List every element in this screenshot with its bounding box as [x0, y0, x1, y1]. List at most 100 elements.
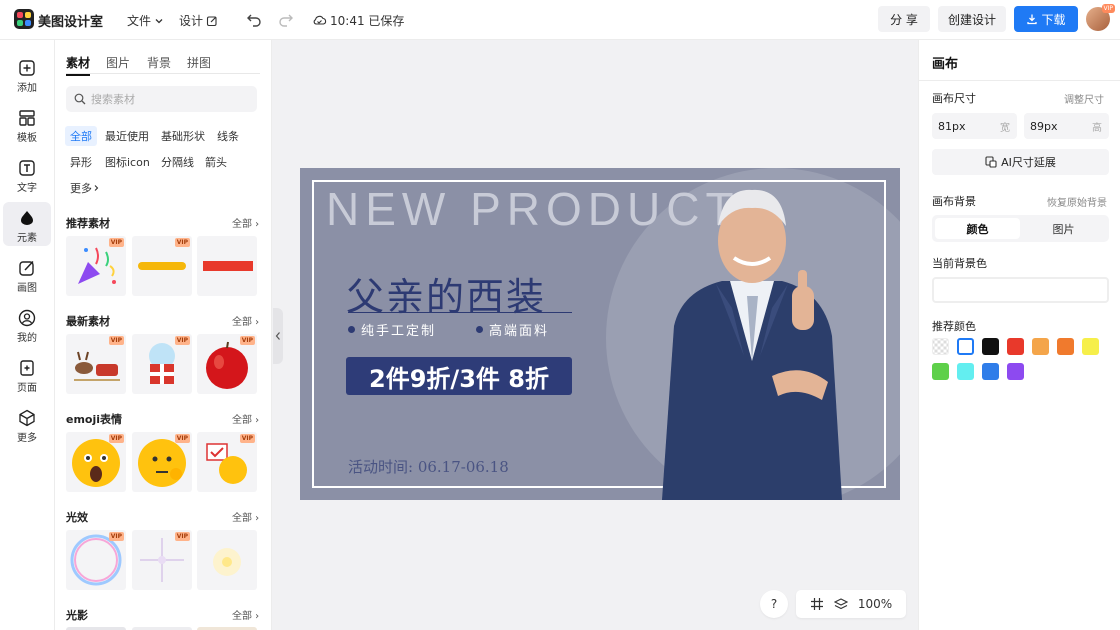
material-thumb[interactable]: VIP: [132, 530, 192, 590]
chip-dividers[interactable]: 分隔线: [156, 152, 199, 172]
material-panel: 素材 图片 背景 拼图 搜索素材 全部 最近使用 基础形状 线条 异形 图标ic…: [55, 40, 272, 630]
rail-item-draw[interactable]: 画图: [3, 252, 51, 296]
canvas-bullet-1[interactable]: 纯手工定制: [348, 320, 436, 339]
section-title-latest: 最新素材: [66, 315, 110, 328]
rail-label: 我的: [17, 333, 37, 344]
yellow-brush-stroke: [138, 262, 186, 270]
ai-resize-button[interactable]: AI尺寸延展: [932, 149, 1109, 175]
restore-bg-link[interactable]: 恢复原始背景: [1047, 194, 1107, 209]
file-menu[interactable]: 文件: [127, 12, 164, 29]
grid-icon[interactable]: [810, 597, 824, 611]
canvas-event-date[interactable]: 活动时间: 06.17-06.18: [348, 456, 509, 477]
color-swatch[interactable]: [1007, 338, 1024, 355]
color-swatch[interactable]: [957, 363, 974, 380]
avatar-vip-badge: VIP: [1101, 4, 1115, 13]
material-thumb[interactable]: VIP: [132, 236, 192, 296]
chip-lines[interactable]: 线条: [212, 126, 244, 146]
rail-item-more[interactable]: 更多: [3, 402, 51, 446]
color-swatch[interactable]: [932, 363, 949, 380]
rail-item-add[interactable]: 添加: [3, 52, 51, 96]
vip-badge: VIP: [239, 336, 255, 345]
color-swatch[interactable]: [982, 363, 999, 380]
height-field[interactable]: 89px 高: [1024, 113, 1109, 139]
chip-recent[interactable]: 最近使用: [100, 126, 154, 146]
view-all-label: 全部: [232, 415, 252, 426]
material-thumb[interactable]: [197, 530, 257, 590]
material-thumb[interactable]: VIP: [132, 334, 192, 394]
view-all-link[interactable]: 全部 ›: [232, 607, 259, 622]
avatar[interactable]: VIP: [1086, 4, 1115, 31]
divider: [919, 80, 1120, 81]
material-thumb[interactable]: VIP: [197, 334, 257, 394]
share-button[interactable]: 分 享: [878, 6, 930, 32]
material-thumb[interactable]: VIP: [132, 432, 192, 492]
search-input[interactable]: 搜索素材: [66, 86, 257, 112]
create-design-button[interactable]: 创建设计: [938, 6, 1006, 32]
vip-badge: VIP: [108, 336, 124, 345]
current-bg-color-field[interactable]: [932, 277, 1109, 303]
color-swatch[interactable]: [982, 338, 999, 355]
rail-item-page[interactable]: 页面: [3, 352, 51, 396]
title-underline[interactable]: [348, 312, 572, 313]
tab-material[interactable]: 素材: [66, 54, 91, 76]
width-value: 81px: [938, 119, 966, 133]
adjust-size-link[interactable]: 调整尺寸: [1064, 91, 1104, 106]
view-all-link[interactable]: 全部 ›: [232, 313, 259, 328]
chip-irregular[interactable]: 异形: [65, 152, 97, 172]
download-button[interactable]: 下载: [1014, 6, 1078, 32]
canvas-bg-label: 画布背景: [932, 195, 976, 208]
material-thumb[interactable]: VIP: [66, 334, 126, 394]
canvas-size-label: 画布尺寸: [932, 92, 976, 105]
rail-item-mine[interactable]: 我的: [3, 302, 51, 346]
seg-color[interactable]: 颜色: [935, 218, 1020, 239]
chip-icons[interactable]: 图标icon: [100, 152, 155, 172]
collapse-panel-handle[interactable]: [273, 308, 283, 364]
help-button[interactable]: ?: [760, 590, 788, 618]
panel-title: 画布: [932, 57, 959, 72]
app-logo[interactable]: [14, 9, 34, 29]
view-all-link[interactable]: 全部 ›: [232, 215, 259, 230]
tab-collage[interactable]: 拼图: [187, 54, 211, 71]
view-all-link[interactable]: 全部 ›: [232, 509, 259, 524]
canvas-promo-banner[interactable]: 2件9折/3件 8折: [346, 357, 572, 395]
color-swatch[interactable]: [1082, 338, 1099, 355]
design-menu[interactable]: 设计: [179, 12, 218, 29]
layers-icon[interactable]: [833, 597, 848, 611]
tab-background[interactable]: 背景: [147, 54, 171, 71]
plus-square-icon: [19, 60, 35, 76]
color-swatch[interactable]: [1057, 338, 1074, 355]
width-field[interactable]: 81px 宽: [932, 113, 1017, 139]
tab-image[interactable]: 图片: [106, 54, 130, 71]
design-menu-label: 设计: [179, 14, 204, 28]
material-thumb[interactable]: VIP: [66, 432, 126, 492]
rail-label: 模板: [17, 133, 37, 144]
undo-icon[interactable]: [245, 10, 263, 28]
height-value: 89px: [1030, 119, 1058, 133]
zoom-level[interactable]: 100%: [858, 597, 892, 611]
rail-item-element[interactable]: 元素: [3, 202, 51, 246]
chip-all[interactable]: 全部: [65, 126, 97, 146]
chip-more[interactable]: 更多: [65, 178, 105, 198]
material-thumb[interactable]: VIP: [66, 530, 126, 590]
redo-icon[interactable]: [277, 10, 295, 28]
canvas-bullet-2[interactable]: 高端面料: [476, 320, 549, 339]
color-swatch[interactable]: [1007, 363, 1024, 380]
design-canvas[interactable]: NEW PRODUCT 父亲的西装 纯手工定制 高端面料 2件9折/3件 8折 …: [300, 168, 900, 500]
swatch-transparent[interactable]: [932, 338, 949, 355]
color-swatch[interactable]: [1032, 338, 1049, 355]
material-thumb[interactable]: VIP: [197, 432, 257, 492]
view-all-link[interactable]: 全部 ›: [232, 411, 259, 426]
material-thumb[interactable]: VIP: [66, 236, 126, 296]
rail-item-text[interactable]: 文字: [3, 152, 51, 196]
material-thumb[interactable]: [197, 236, 257, 296]
download-icon: [1027, 14, 1038, 25]
man-in-suit-photo[interactable]: [652, 186, 852, 500]
chip-more-label: 更多: [70, 182, 92, 195]
seg-image[interactable]: 图片: [1021, 218, 1106, 239]
text-icon: [19, 160, 35, 176]
chip-arrows[interactable]: 箭头: [200, 152, 232, 172]
bottom-toolbar: ? 100%: [760, 590, 906, 618]
rail-item-template[interactable]: 模板: [3, 102, 51, 146]
chip-basic-shapes[interactable]: 基础形状: [156, 126, 210, 146]
color-swatch[interactable]: [957, 338, 974, 355]
